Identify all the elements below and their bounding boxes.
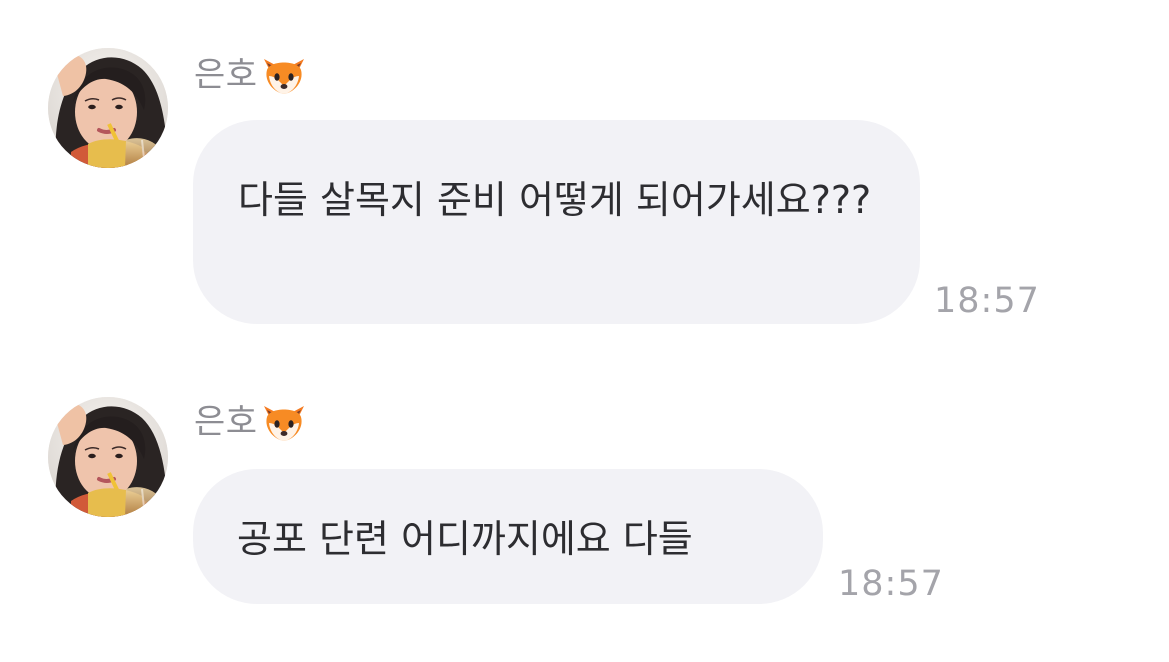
sender-name: 은호 (194, 55, 258, 95)
profile-avatar[interactable] (48, 48, 168, 168)
fox-face-icon (259, 52, 309, 98)
sender-header: 은호 (194, 51, 309, 99)
message-timestamp: 18:57 (934, 281, 1040, 321)
sender-name: 은호 (194, 402, 258, 442)
message-1: 은호 다들 살목지 준비 어떻게 되어가세요??? 18:57 (0, 0, 1169, 340)
message-text: 다들 살목지 준비 어떻게 되어가세요??? (238, 178, 872, 222)
profile-avatar[interactable] (48, 397, 168, 517)
message-2: 은호 공포 단련 어디까지에요 다들 18:57 (0, 360, 1169, 620)
sender-header: 은호 (194, 398, 309, 446)
fox-face-icon (259, 399, 309, 445)
message-text: 공포 단련 어디까지에요 다들 (237, 517, 693, 561)
message-bubble[interactable]: 다들 살목지 준비 어떻게 되어가세요??? (193, 120, 920, 324)
message-bubble[interactable]: 공포 단련 어디까지에요 다들 (193, 469, 823, 604)
message-timestamp: 18:57 (838, 564, 944, 604)
